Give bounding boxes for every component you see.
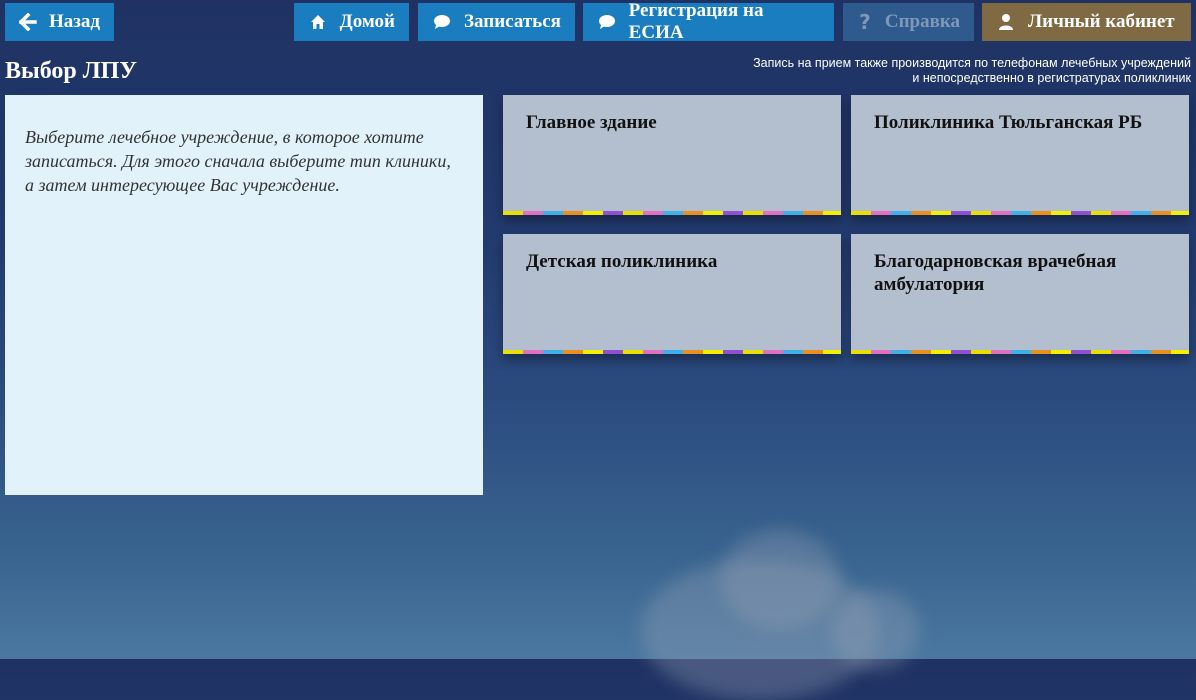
- card-stripe: [851, 211, 1189, 215]
- background-cloud: [720, 530, 840, 630]
- help-label: Справка: [884, 11, 960, 32]
- personal-cabinet-label: Личный кабинет: [1028, 11, 1175, 32]
- clinic-name: Детская поликлиника: [526, 251, 718, 272]
- clinic-card[interactable]: Поликлиника Тюльганская РБ: [851, 95, 1189, 215]
- chat-bubble-icon: [432, 14, 452, 30]
- page-title: Выбор ЛПУ: [5, 58, 137, 84]
- clinic-card[interactable]: Главное здание: [503, 95, 841, 215]
- clinic-card[interactable]: Благодарновская врачебная амбулатория: [851, 234, 1189, 354]
- info-text: Выберите лечебное учреждение, в которое …: [25, 127, 451, 195]
- home-icon: [308, 14, 328, 30]
- question-icon: ?: [859, 10, 871, 34]
- personal-cabinet-button[interactable]: Личный кабинет: [982, 3, 1191, 41]
- back-button[interactable]: Назад: [5, 3, 114, 41]
- arrow-left-icon: [19, 13, 37, 31]
- clinic-card[interactable]: Детская поликлиника: [503, 234, 841, 354]
- card-stripe: [503, 211, 841, 215]
- phone-notice: Запись на прием также производится по те…: [753, 56, 1191, 86]
- clinic-name: Главное здание: [526, 112, 657, 133]
- background-cloud: [830, 590, 920, 670]
- phone-notice-line1: Запись на прием также производится по те…: [753, 56, 1191, 70]
- chat-bubble-icon: [597, 14, 617, 30]
- esia-registration-button[interactable]: Регистрация на ЕСИА: [583, 0, 834, 43]
- clinic-name: Благодарновская врачебная амбулатория: [874, 251, 1117, 295]
- back-label: Назад: [49, 11, 101, 32]
- phone-notice-line2: и непосредственно в регистратурах поликл…: [912, 71, 1191, 85]
- esia-registration-label: Регистрация на ЕСИА: [628, 0, 764, 43]
- card-stripe: [503, 350, 841, 354]
- signup-label: Записаться: [464, 11, 561, 32]
- card-stripe: [851, 350, 1189, 354]
- home-button[interactable]: Домой: [294, 3, 409, 41]
- user-icon: [996, 13, 1016, 31]
- home-label: Домой: [339, 11, 395, 32]
- help-button[interactable]: ? Справка: [843, 3, 974, 41]
- clinic-name: Поликлиника Тюльганская РБ: [874, 112, 1143, 133]
- info-panel: Выберите лечебное учреждение, в которое …: [5, 95, 483, 495]
- signup-button[interactable]: Записаться: [418, 3, 575, 41]
